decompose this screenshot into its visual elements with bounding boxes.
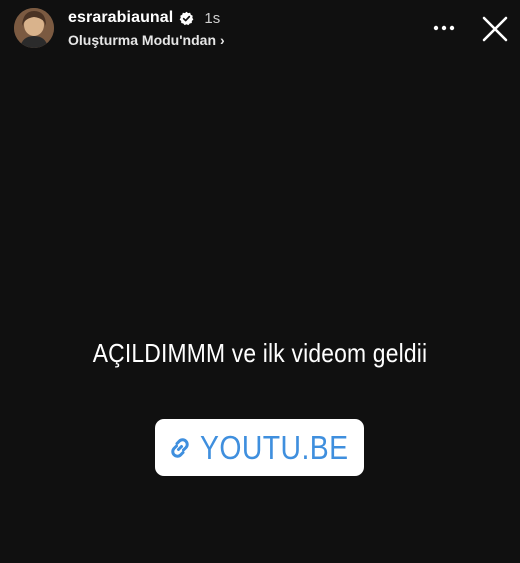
more-horizontal-icon bbox=[433, 25, 455, 31]
username-row: esrarabiaunal 1s bbox=[68, 8, 220, 28]
story-header: esrarabiaunal 1s Oluşturma Modu'ndan › bbox=[0, 0, 520, 60]
story-viewer: esrarabiaunal 1s Oluşturma Modu'ndan › A… bbox=[0, 0, 520, 563]
story-time: 1s bbox=[204, 9, 221, 27]
close-button[interactable] bbox=[480, 14, 510, 44]
link-sticker[interactable]: YOUTU.BE bbox=[155, 419, 364, 476]
avatar[interactable] bbox=[14, 8, 54, 48]
close-icon bbox=[482, 16, 508, 42]
link-icon bbox=[171, 437, 189, 458]
username[interactable]: esrarabiaunal bbox=[68, 9, 173, 27]
more-options-button[interactable] bbox=[432, 18, 456, 38]
story-caption: AÇILDIMMM ve ilk videom geldii bbox=[92, 338, 428, 368]
avatar-image bbox=[14, 8, 54, 48]
chevron-right-icon: › bbox=[220, 32, 225, 48]
verified-badge-icon bbox=[180, 11, 194, 25]
creation-mode-link[interactable]: Oluşturma Modu'ndan › bbox=[68, 31, 225, 49]
link-sticker-label: YOUTU.BE bbox=[200, 428, 349, 466]
source-label: Oluşturma Modu'ndan bbox=[68, 32, 216, 48]
